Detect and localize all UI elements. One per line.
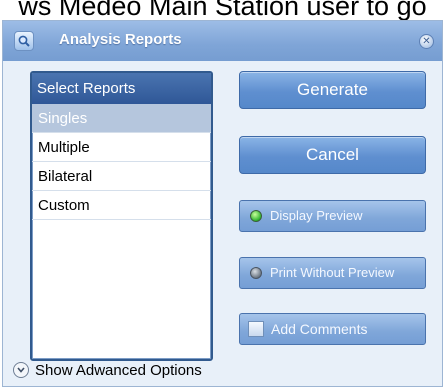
list-item-multiple[interactable]: Multiple [32, 133, 211, 162]
analysis-reports-dialog: Analysis Reports ✕ Select Reports Single… [2, 20, 443, 387]
print-without-preview-label: Print Without Preview [270, 265, 395, 280]
generate-button[interactable]: Generate [239, 71, 426, 109]
background-caption-text: ws Medeo Main Station user to go [18, 0, 427, 21]
checkbox-icon[interactable] [248, 321, 264, 337]
gray-led-icon [250, 267, 262, 279]
display-preview-button[interactable]: Display Preview [239, 200, 426, 232]
chevron-down-icon [13, 362, 29, 378]
window-title: Analysis Reports [59, 31, 182, 48]
close-icon[interactable]: ✕ [419, 34, 434, 49]
display-preview-label: Display Preview [270, 208, 363, 223]
show-advanced-options-label: Show Adwanced Options [35, 362, 202, 379]
print-without-preview-button[interactable]: Print Without Preview [239, 257, 426, 289]
reports-listbox[interactable]: Select Reports Singles Multiple Bilatera… [30, 71, 213, 361]
cancel-button[interactable]: Cancel [239, 136, 426, 174]
list-item-custom[interactable]: Custom [32, 191, 211, 220]
green-led-icon [250, 210, 262, 222]
add-comments-toggle[interactable]: Add Comments [239, 313, 426, 345]
list-header: Select Reports [32, 73, 211, 104]
add-comments-label: Add Comments [271, 321, 368, 337]
list-item-bilateral[interactable]: Bilateral [32, 162, 211, 191]
show-advanced-options-toggle[interactable]: Show Adwanced Options [13, 360, 202, 382]
analysis-magnifier-icon [14, 31, 34, 51]
list-item-singles[interactable]: Singles [32, 104, 211, 133]
title-bar: Analysis Reports ✕ [3, 21, 442, 61]
